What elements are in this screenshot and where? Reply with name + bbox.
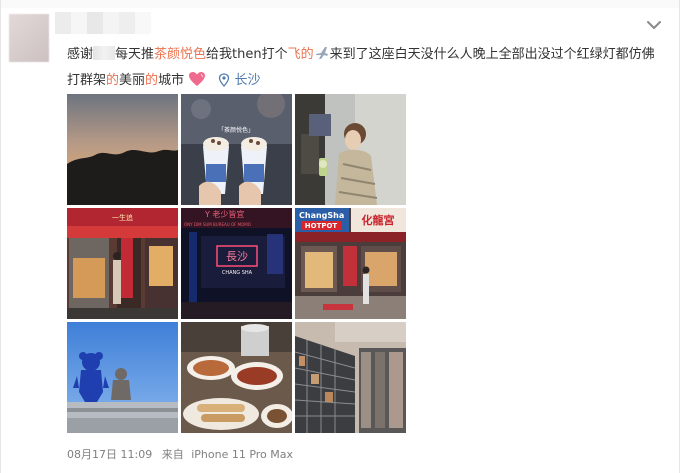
hotpot-sign-1: ChangSha <box>299 211 344 220</box>
neon-small-text: CHANG SHA <box>222 270 253 276</box>
heart-icon <box>189 72 206 86</box>
username-mosaic[interactable] <box>55 12 151 34</box>
hotpot-sign-2: HOTPOT <box>305 222 338 230</box>
post-meta: 08月17日 11:09 来自 iPhone 11 Pro Max <box>67 446 299 462</box>
food-table-photo[interactable] <box>181 322 292 433</box>
text-part-6: 城市 <box>158 73 185 88</box>
avatar[interactable] <box>9 14 49 62</box>
fly-link[interactable]: 飞的 <box>288 47 314 62</box>
location-pin-icon <box>219 73 230 87</box>
neon-big-text: 長沙 <box>226 250 248 263</box>
neon-banner-text: ONY DIM SUM BUREAU OF MOMO <box>184 222 251 227</box>
hotpot-street-photo[interactable]: ChangSha HOTPOT 化龍宮 <box>295 208 406 319</box>
neon-top-text: Y 老少皆宜 <box>204 209 244 219</box>
hotpot-sign-right: 化龍宮 <box>362 213 395 227</box>
sunset-photo[interactable] <box>67 94 178 205</box>
text-part-5: 美丽 <box>119 73 146 88</box>
top-divider <box>1 0 679 8</box>
post-text: 感谢 每天推茶颜悦色给我then打个飞的 来到了这座白天没什么人晚上全部出没过个红… <box>67 42 667 94</box>
source-prefix: 来自 <box>161 448 184 461</box>
brand-topic-link[interactable]: 茶颜悦色 <box>154 47 206 62</box>
weibo-post-card: 感谢 每天推茶颜悦色给我then打个飞的 来到了这座白天没什么人晚上全部出没过个红… <box>0 0 680 473</box>
de-link[interactable]: 的 <box>106 73 119 88</box>
neon-sign-photo[interactable]: Y 老少皆宜 ONY DIM SUM BUREAU OF MOMO 長沙 CHA… <box>181 208 292 319</box>
milk-tea-cups-photo[interactable]: 「茶颜悦色」 <box>181 94 292 205</box>
street-shops-photo[interactable]: 一生追 <box>67 208 178 319</box>
de-link-2[interactable]: 的 <box>145 73 158 88</box>
tea-caption: 「茶颜悦色」 <box>218 126 254 134</box>
kaws-statue-photo[interactable] <box>67 322 178 433</box>
building-sky-photo[interactable] <box>295 322 406 433</box>
location-link[interactable]: 长沙 <box>235 73 261 88</box>
girl-with-tea-photo[interactable] <box>295 94 406 205</box>
timestamp-link[interactable]: 08月17日 11:09 <box>67 448 152 461</box>
text-part-2: 每天推 <box>115 47 155 62</box>
photo-grid: 「茶颜悦色」 一生追 Y 老少皆宜 ONY DIM SUM BUREAU OF … <box>67 94 406 433</box>
chevron-down-icon[interactable] <box>645 16 663 34</box>
mention-redacted <box>93 46 116 60</box>
shop-sign-text: 一生追 <box>112 213 133 222</box>
device-link[interactable]: iPhone 11 Pro Max <box>191 448 293 461</box>
text-part-3: 给我then打个 <box>206 47 288 62</box>
airplane-icon <box>315 47 328 59</box>
text-part-1: 感谢 <box>67 47 94 62</box>
